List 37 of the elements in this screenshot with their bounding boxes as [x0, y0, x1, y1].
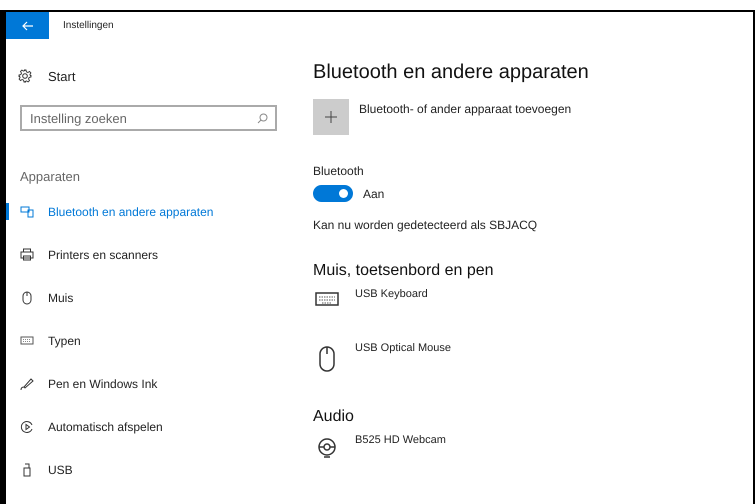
keyboard-icon — [315, 292, 339, 306]
sidebar-item[interactable]: Automatisch afspelen — [6, 405, 290, 448]
sidebar-item[interactable]: Printers en scanners — [6, 233, 290, 276]
discoverable-text: Kan nu worden gedetecteerd als SBJACQ — [313, 218, 538, 232]
back-arrow-icon — [22, 20, 34, 30]
back-button[interactable] — [6, 12, 49, 39]
pen-icon — [20, 376, 34, 390]
sidebar-item[interactable]: Muis — [6, 276, 290, 319]
bluetooth-label: Bluetooth — [313, 164, 365, 178]
sidebar-item[interactable]: Pen en Windows Ink — [6, 362, 290, 405]
sidebar-item[interactable]: USB — [6, 448, 290, 491]
keyboard-speaker-icon — [20, 206, 34, 218]
home-link[interactable]: Start — [18, 67, 290, 85]
toggle-state: Aan — [363, 186, 384, 200]
settings-icon — [18, 69, 32, 83]
search-field[interactable]: Instelling zoeken — [20, 105, 277, 131]
sidebar-item[interactable]: Bluetooth en andere apparaten — [6, 190, 290, 233]
section-heading: Apparaten — [20, 169, 81, 184]
keyboard-icon — [20, 336, 34, 345]
bluetooth-toggle[interactable] — [313, 185, 353, 202]
add-device-button[interactable] — [313, 99, 349, 135]
device-name[interactable]: USB Keyboard — [355, 288, 428, 302]
play-circle-icon — [20, 420, 34, 434]
mouse-icon — [20, 290, 34, 304]
page-heading: Bluetooth en andere apparaten — [313, 61, 590, 84]
webcam-icon — [317, 438, 337, 458]
group-heading: Audio — [313, 408, 355, 426]
search-icon — [257, 113, 268, 124]
window-title: Instellingen — [63, 20, 114, 31]
mouse-icon — [319, 346, 335, 372]
printer-icon — [20, 248, 34, 261]
plus-icon — [324, 110, 338, 124]
sidebar-item[interactable]: Typen — [6, 319, 290, 362]
device-name[interactable]: B525 HD Webcam — [355, 434, 446, 448]
device-name[interactable]: USB Optical Mouse — [355, 342, 451, 356]
group-heading: Muis, toetsenbord en pen — [313, 262, 495, 280]
add-device-label[interactable]: Bluetooth- of ander apparaat toevoegen — [359, 102, 572, 135]
